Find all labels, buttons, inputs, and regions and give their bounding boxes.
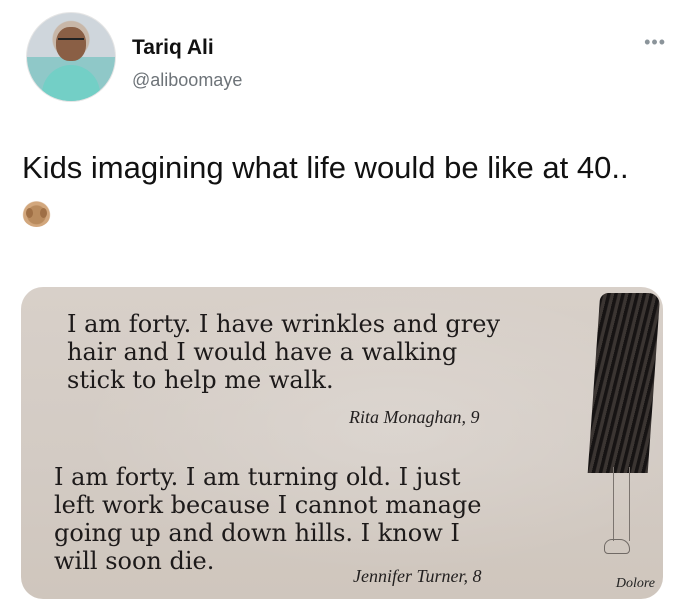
tweet-image[interactable]: I am forty. I have wrinkles and grey hai… bbox=[21, 287, 663, 599]
artist-signature: Dolore bbox=[615, 576, 655, 591]
avatar-glasses bbox=[58, 38, 84, 45]
author-avatar[interactable] bbox=[26, 12, 116, 102]
author-name[interactable]: Tariq Ali bbox=[132, 36, 214, 60]
quote-2-text: I am forty. I am turning old. I just lef… bbox=[54, 463, 482, 575]
quote-1-author: Rita Monaghan, 9 bbox=[349, 407, 480, 427]
child-drawing: Dolore bbox=[571, 287, 663, 599]
tweet-header: Tariq Ali @aliboomaye ••• bbox=[20, 12, 670, 112]
tweet-text-content: Kids imagining what life would be like a… bbox=[22, 150, 629, 185]
drawing-dark-hair bbox=[587, 293, 661, 473]
tweet-text: Kids imagining what life would be like a… bbox=[22, 146, 652, 234]
drawing-shoe bbox=[604, 539, 630, 554]
quote-1-text: I am forty. I have wrinkles and grey hai… bbox=[67, 310, 501, 394]
quote-2-author: Jennifer Turner, 8 bbox=[353, 566, 482, 586]
see-no-evil-monkey-icon bbox=[22, 200, 51, 227]
drawing-legs bbox=[613, 467, 630, 541]
avatar-shirt bbox=[42, 65, 100, 101]
more-options-icon[interactable]: ••• bbox=[644, 32, 666, 53]
author-handle[interactable]: @aliboomaye bbox=[132, 70, 242, 91]
